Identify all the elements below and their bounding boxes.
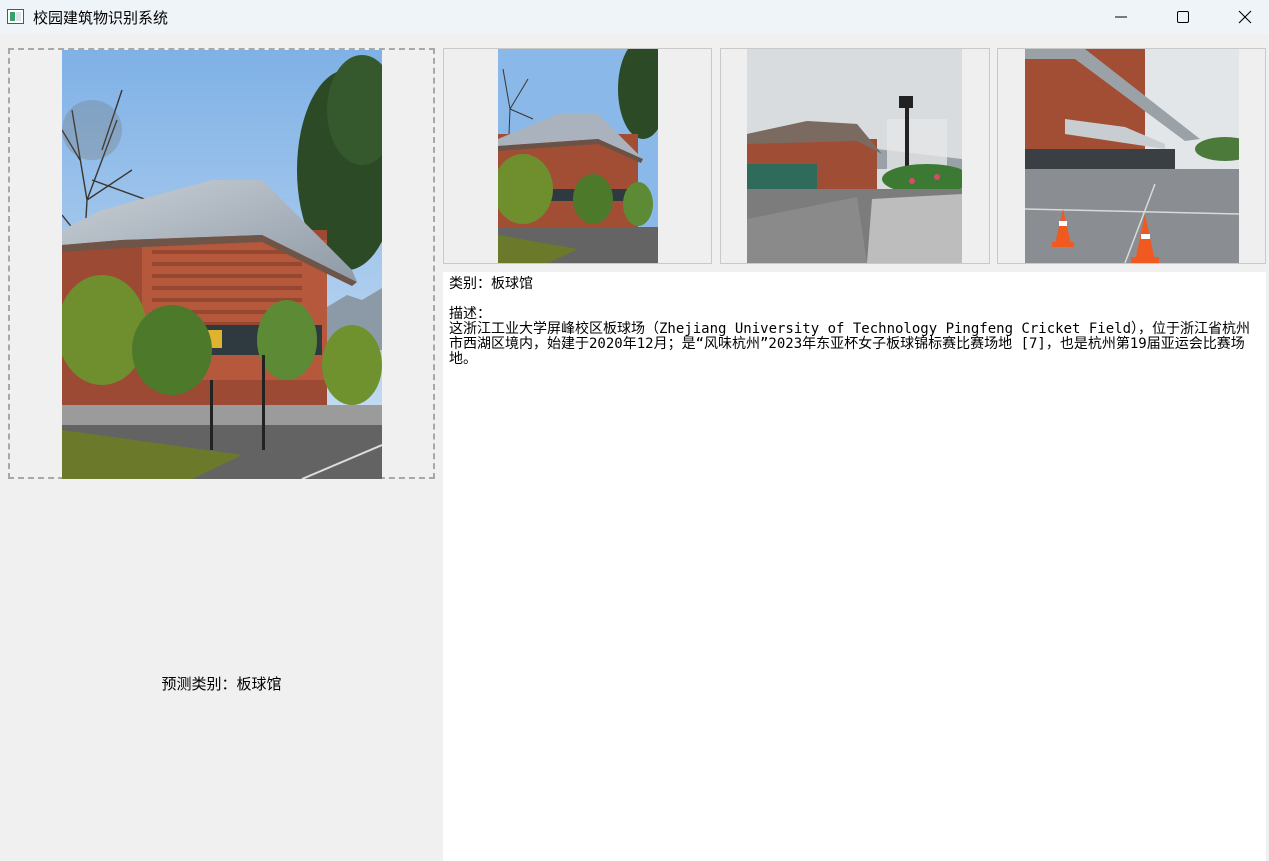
title-bar: 校园建筑物识别系统 bbox=[0, 0, 1269, 34]
minimize-icon bbox=[1115, 16, 1127, 18]
cricket-hall-image bbox=[62, 50, 382, 479]
window-title: 校园建筑物识别系统 bbox=[33, 9, 169, 27]
thumbnail-image bbox=[1025, 49, 1239, 263]
thumbnail-2[interactable] bbox=[720, 48, 990, 264]
main-building-photo bbox=[62, 50, 382, 479]
prediction-label: 预测类别：板球馆 bbox=[161, 675, 282, 693]
thumbnail-1[interactable] bbox=[443, 48, 712, 264]
thumbnail-image bbox=[747, 49, 962, 263]
maximize-icon bbox=[1177, 11, 1189, 23]
image-drop-area[interactable] bbox=[8, 48, 435, 479]
info-panel[interactable]: 类别：板球馆 描述： 这浙江工业大学屏峰校区板球场（Zhejiang Unive… bbox=[443, 272, 1266, 861]
app-window-icon bbox=[7, 9, 24, 24]
minimize-button[interactable] bbox=[1090, 0, 1152, 34]
thumbnail-3[interactable] bbox=[997, 48, 1266, 264]
description-text: 这浙江工业大学屏峰校区板球场（Zhejiang University of Te… bbox=[449, 321, 1251, 367]
category-line: 类别：板球馆 bbox=[449, 276, 533, 292]
thumbnail-image bbox=[498, 49, 658, 263]
description-label: 描述： bbox=[449, 306, 491, 322]
close-icon bbox=[1238, 10, 1252, 24]
close-button[interactable] bbox=[1214, 0, 1269, 34]
maximize-button[interactable] bbox=[1152, 0, 1214, 34]
